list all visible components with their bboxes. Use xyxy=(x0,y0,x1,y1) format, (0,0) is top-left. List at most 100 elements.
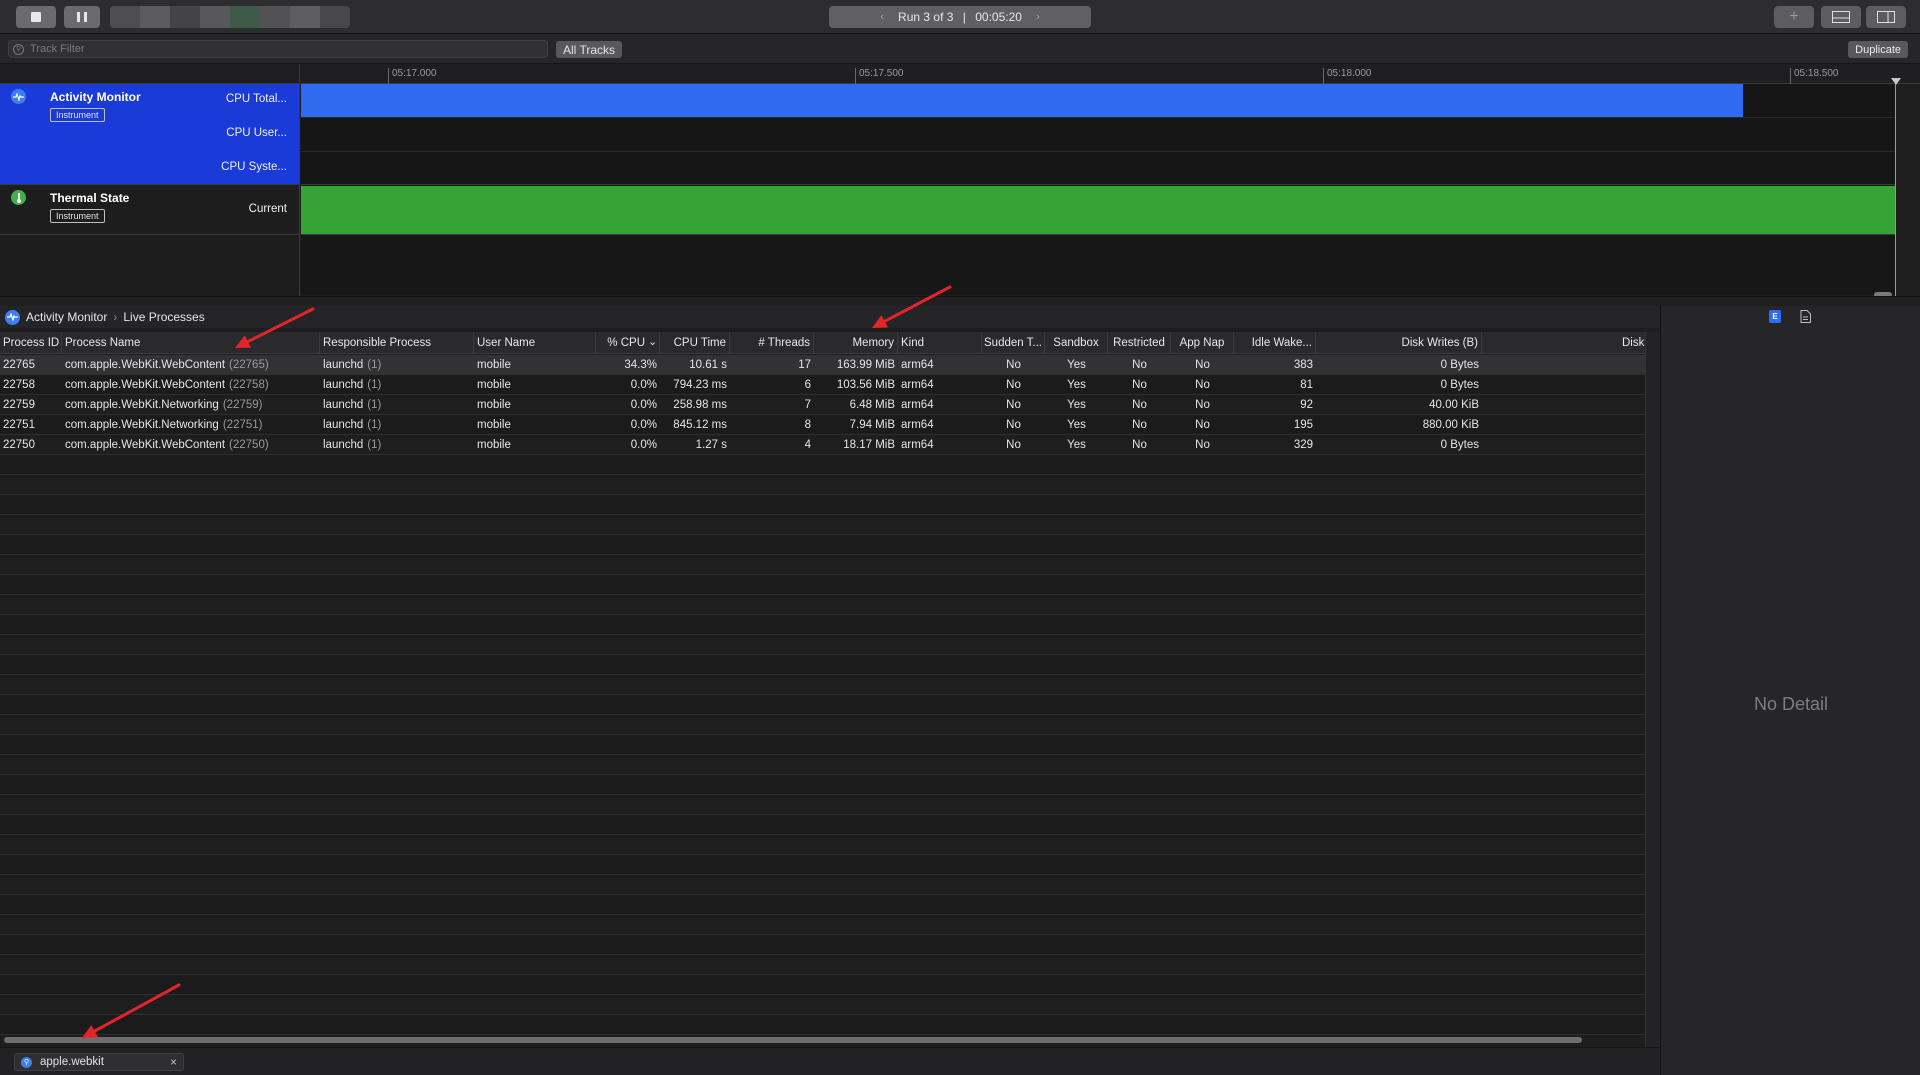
column-header[interactable]: Process ID xyxy=(0,332,62,354)
stop-icon xyxy=(31,12,41,22)
lane-label-current[interactable]: Current xyxy=(249,203,287,215)
pid-suffix: (22765) xyxy=(229,359,269,371)
responsible-process-name: launchd xyxy=(323,399,364,411)
cell-app-nap: No xyxy=(1195,399,1210,411)
toggle-inspector-button[interactable] xyxy=(1866,6,1906,28)
column-header[interactable]: Memory xyxy=(814,332,898,354)
pane-splitter[interactable] xyxy=(0,296,1920,306)
cell-pid: 22765 xyxy=(3,359,35,371)
lane-cpu-total[interactable] xyxy=(301,84,1895,118)
cell-kind: arm64 xyxy=(901,379,934,391)
clear-filter-close-icon[interactable]: × xyxy=(170,1055,177,1069)
table-row[interactable]: 22765 com.apple.WebKit.WebContent (22765) l… xyxy=(0,355,1645,375)
stop-button[interactable] xyxy=(16,6,56,28)
track-header-thermal-state[interactable]: Thermal State Instrument Current xyxy=(0,185,300,235)
pid-suffix: (22758) xyxy=(229,379,269,391)
process-table[interactable]: Process ID Process Name Responsible Proces… xyxy=(0,332,1645,1039)
column-header[interactable]: Disk R xyxy=(1482,332,1645,354)
lane-label-cpu-system[interactable]: CPU Syste... xyxy=(221,161,287,173)
document-icon[interactable] xyxy=(1800,310,1812,323)
pid-suffix: (22751) xyxy=(222,419,263,431)
column-header[interactable]: Idle Wake... xyxy=(1234,332,1316,354)
column-header[interactable]: Sudden T... xyxy=(982,332,1045,354)
cell-memory: 18.17 MiB xyxy=(843,439,895,451)
empty-table-row xyxy=(0,695,1645,715)
process-filter-token[interactable]: ⚲ apple.webkit × xyxy=(14,1053,184,1071)
no-detail-text: No Detail xyxy=(1753,694,1829,714)
cell-threads: 6 xyxy=(804,379,811,391)
cell-idle-wake: 383 xyxy=(1293,359,1313,371)
cell-app-nap: No xyxy=(1195,359,1210,371)
pid-suffix: (1) xyxy=(367,379,382,391)
ruler-spacer xyxy=(0,64,300,84)
column-header[interactable]: Disk Writes (B) xyxy=(1316,332,1482,354)
empty-track-area xyxy=(301,235,1895,295)
cell-sandbox: Yes xyxy=(1067,379,1086,391)
cell-memory: 7.94 MiB xyxy=(849,419,895,431)
column-header[interactable]: CPU Time xyxy=(660,332,730,354)
cell-name: com.apple.WebKit.Networking (22759) xyxy=(62,395,320,415)
cell-restricted: No xyxy=(1132,439,1147,451)
filter-icon: ⚲ xyxy=(13,43,24,55)
column-header[interactable]: App Nap xyxy=(1171,332,1234,354)
column-header[interactable]: # Threads xyxy=(730,332,814,354)
empty-table-row xyxy=(0,955,1645,975)
next-run-chevron-icon[interactable]: › xyxy=(1036,11,1040,23)
table-row[interactable]: 22750 com.apple.WebKit.WebContent (22750) l… xyxy=(0,435,1645,455)
filter-scope-icon: ⚲ xyxy=(21,1056,32,1068)
column-header[interactable]: Kind xyxy=(898,332,982,354)
toggle-detail-area-button[interactable] xyxy=(1821,6,1861,28)
duplicate-button[interactable]: Duplicate xyxy=(1848,41,1908,58)
table-row[interactable]: 22759 com.apple.WebKit.Networking (22759) l… xyxy=(0,395,1645,415)
track-filter-field[interactable]: ⚲ Track Filter xyxy=(8,40,548,58)
cell-user: mobile xyxy=(477,359,511,371)
run-indicator[interactable]: ‹ Run 3 of 3 | 00:05:20 › xyxy=(829,6,1091,28)
lane-thermal-current[interactable] xyxy=(301,185,1895,235)
table-horizontal-scroll-thumb[interactable] xyxy=(4,1037,1582,1043)
playhead-line[interactable] xyxy=(1895,84,1896,296)
empty-table-row xyxy=(0,775,1645,795)
instrument-badge: Instrument xyxy=(50,209,105,223)
cell-kind: arm64 xyxy=(901,399,934,411)
column-header[interactable]: User Name xyxy=(474,332,596,354)
process-name: com.apple.WebKit.WebContent xyxy=(65,379,226,391)
cell-disk-writes: 0 Bytes xyxy=(1440,379,1479,391)
column-header[interactable]: Sandbox xyxy=(1045,332,1108,354)
lane-cpu-system[interactable] xyxy=(301,152,1895,185)
cell-resp: launchd (1) xyxy=(320,395,474,415)
lane-cpu-user[interactable] xyxy=(301,118,1895,152)
table-vertical-scroll-track[interactable] xyxy=(1645,332,1660,1047)
breadcrumb-view[interactable]: Live Processes xyxy=(123,310,204,324)
table-row[interactable]: 22751 com.apple.WebKit.Networking (22751) l… xyxy=(0,415,1645,435)
bottom-panel-icon xyxy=(1832,11,1850,23)
pause-button[interactable] xyxy=(64,6,100,28)
column-header[interactable]: Responsible Process xyxy=(320,332,474,354)
lane-label-cpu-total[interactable]: CPU Total... xyxy=(226,93,287,105)
cpu-total-bar xyxy=(301,84,1743,117)
timeline-ruler[interactable]: 05:17.000 05:17.500 05:18.000 05:18.500 xyxy=(300,64,1920,84)
lane-label-cpu-user[interactable]: CPU User... xyxy=(226,127,287,139)
cell-cpu-time: 794.23 ms xyxy=(673,379,727,391)
previous-run-chevron-icon[interactable]: ‹ xyxy=(880,11,884,23)
target-device-selector[interactable] xyxy=(110,6,350,28)
pid-suffix: (1) xyxy=(367,439,382,451)
cell-name: com.apple.WebKit.Networking (22751) xyxy=(62,415,320,435)
table-row[interactable]: 22758 com.apple.WebKit.WebContent (22758) l… xyxy=(0,375,1645,395)
cell-user: mobile xyxy=(477,399,511,411)
empty-table-row xyxy=(0,675,1645,695)
empty-table-row xyxy=(0,595,1645,615)
extended-detail-icon[interactable]: E xyxy=(1769,310,1781,323)
breadcrumb-instrument[interactable]: Activity Monitor xyxy=(26,310,107,324)
cell-cpu: 34.3% xyxy=(624,359,657,371)
empty-table-row xyxy=(0,555,1645,575)
empty-table-row xyxy=(0,575,1645,595)
add-instrument-button[interactable]: + xyxy=(1774,6,1814,28)
column-header[interactable]: Restricted xyxy=(1108,332,1171,354)
column-header[interactable]: Process Name xyxy=(62,332,320,354)
empty-table-row xyxy=(0,615,1645,635)
all-tracks-button[interactable]: All Tracks xyxy=(556,41,623,58)
activity-monitor-icon xyxy=(5,309,20,325)
track-header-activity-monitor[interactable]: Activity Monitor Instrument CPU Total...… xyxy=(0,84,300,185)
cell-user: mobile xyxy=(477,379,511,391)
responsible-process-name: launchd xyxy=(323,359,364,371)
